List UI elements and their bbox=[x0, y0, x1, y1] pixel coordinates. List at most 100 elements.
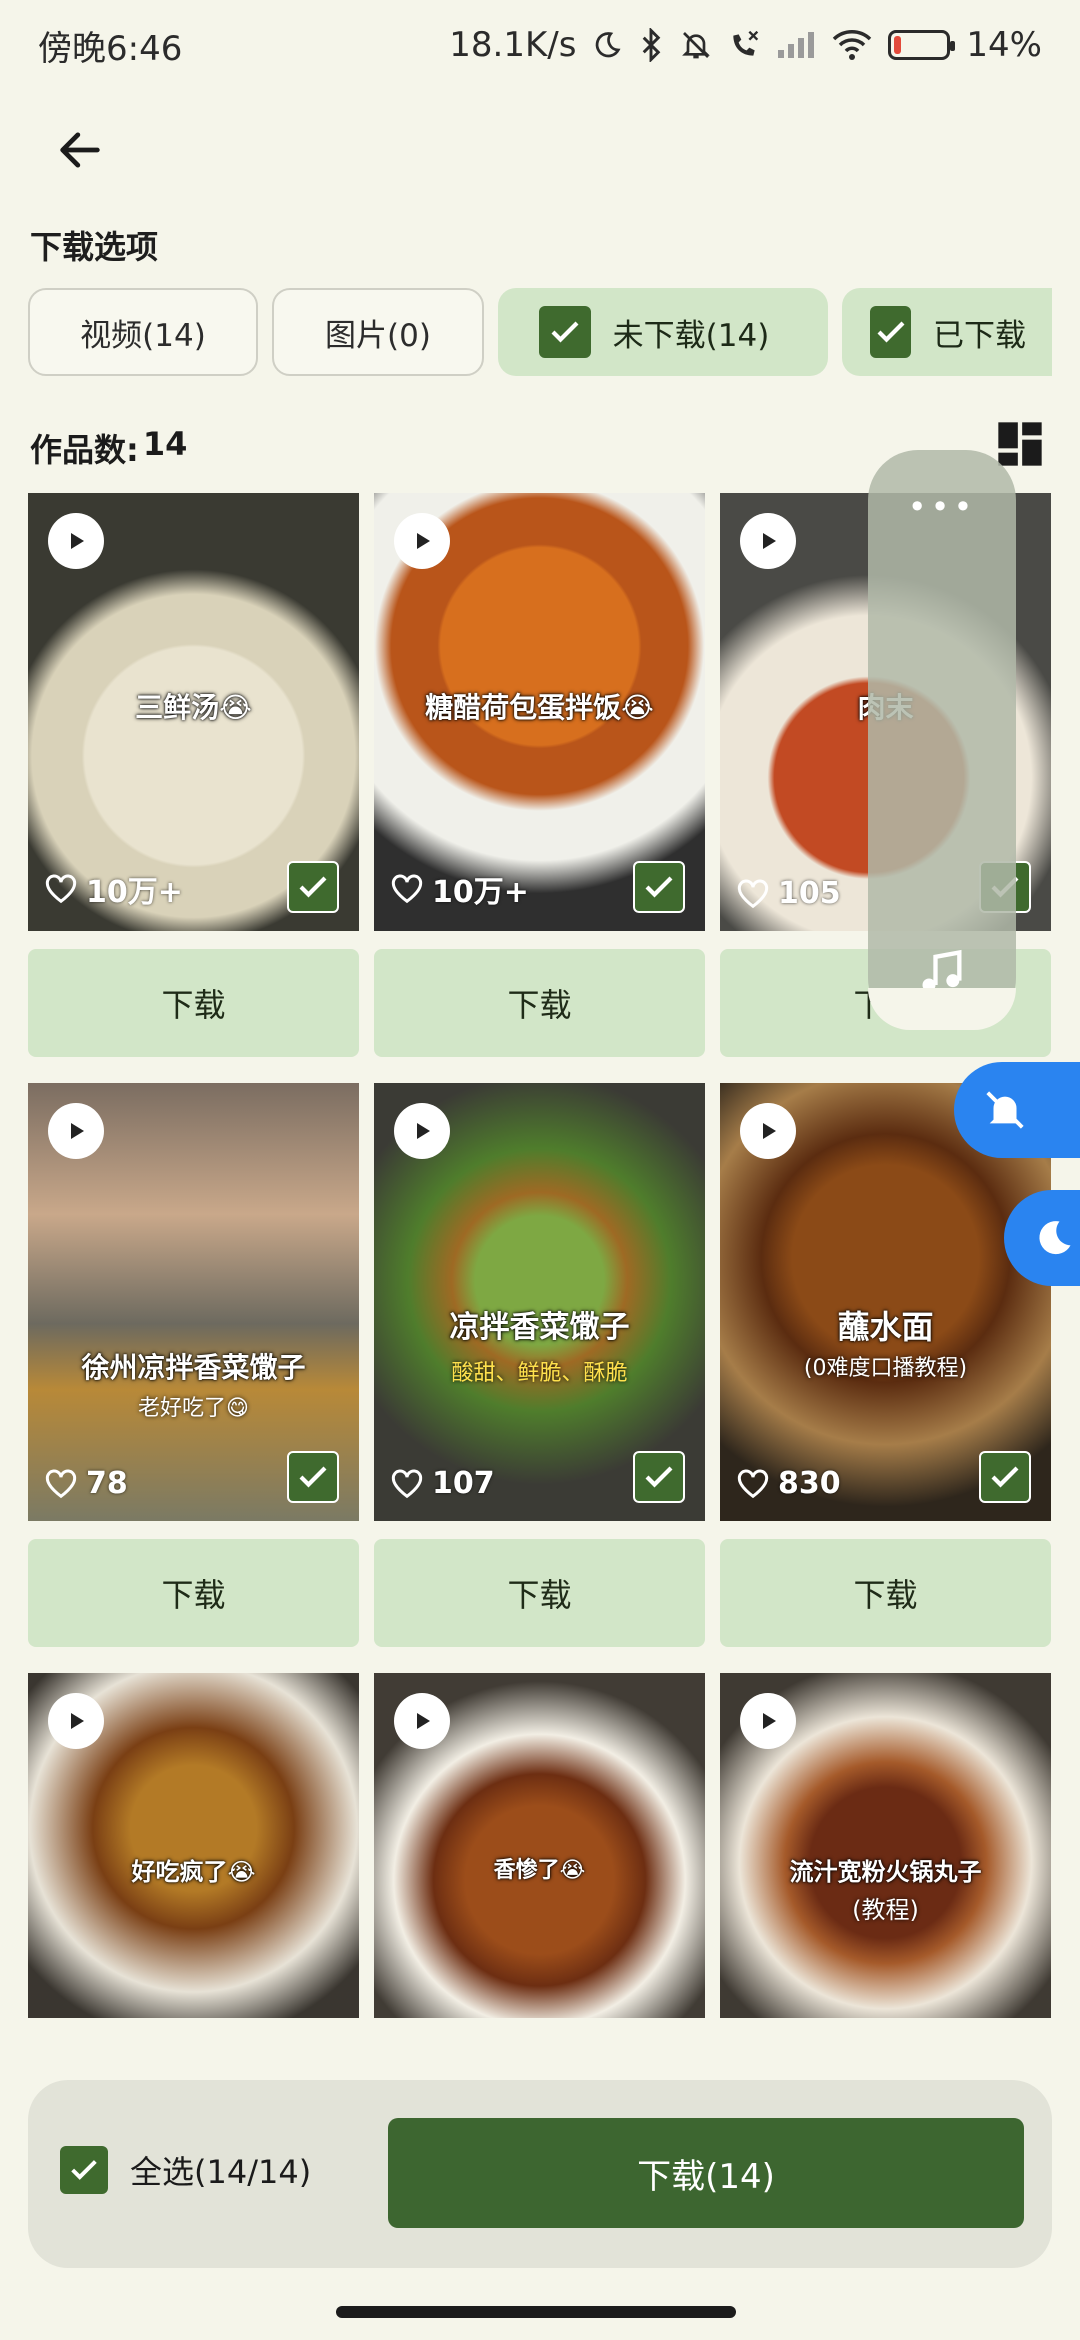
heart-icon bbox=[45, 874, 77, 904]
check-icon bbox=[991, 1466, 1019, 1488]
play-icon bbox=[740, 513, 796, 569]
check-icon bbox=[299, 876, 327, 898]
back-arrow-icon bbox=[60, 132, 100, 168]
video-subcaption: (0难度口播教程) bbox=[803, 1356, 968, 1382]
layout-toggle-button[interactable] bbox=[994, 418, 1046, 470]
mute-bell-icon bbox=[680, 29, 712, 61]
work-card: 蘸水面 (0难度口播教程) 830 下载 bbox=[720, 1083, 1051, 1673]
chip-not-downloaded[interactable]: 未下载(14) bbox=[498, 288, 828, 376]
heart-icon bbox=[737, 1469, 769, 1498]
chip-image[interactable]: 图片(0) bbox=[272, 288, 484, 376]
video-thumbnail[interactable]: 流汁宽粉火锅丸子 (教程) bbox=[720, 1673, 1051, 2018]
filter-chips: 视频(14) 图片(0) 未下载(14) 已下载 bbox=[28, 288, 1052, 378]
select-checkbox[interactable] bbox=[287, 861, 339, 913]
video-caption: 徐州凉拌香菜馓子 bbox=[81, 1350, 306, 1384]
likes: 830 bbox=[736, 1466, 841, 1501]
video-subcaption: (教程) bbox=[852, 1896, 919, 1925]
heart-icon bbox=[45, 1469, 77, 1498]
checkbox-checked-icon bbox=[870, 306, 911, 358]
chip-downloaded[interactable]: 已下载 bbox=[842, 288, 1052, 376]
mute-bubble[interactable] bbox=[954, 1062, 1080, 1158]
download-button[interactable]: 下载 bbox=[374, 949, 705, 1057]
more-icon[interactable]: ••• bbox=[868, 488, 1016, 526]
video-caption: 三鲜汤😭 bbox=[135, 690, 252, 724]
status-icons: 18.1K/s 14% bbox=[449, 25, 1042, 65]
video-caption: 香惨了😭 bbox=[493, 1858, 586, 1884]
like-count: 10万+ bbox=[432, 875, 529, 910]
play-icon bbox=[48, 1693, 104, 1749]
heart-icon bbox=[737, 879, 769, 908]
floating-panel[interactable]: ••• bbox=[868, 450, 1016, 1028]
wifi-icon bbox=[832, 29, 872, 61]
chip-label: 图片(0) bbox=[325, 317, 431, 354]
select-all-toggle[interactable]: 全选(14/14) bbox=[60, 2146, 311, 2194]
play-icon bbox=[48, 513, 104, 569]
work-count-value: 14 bbox=[142, 425, 188, 463]
chip-label: 已下载 bbox=[933, 317, 1026, 354]
download-button[interactable]: 下载 bbox=[28, 1539, 359, 1647]
network-speed: 18.1K/s bbox=[449, 25, 577, 65]
status-time: 傍晚6:46 bbox=[38, 28, 183, 69]
check-icon bbox=[645, 1466, 673, 1488]
likes: 105 bbox=[736, 876, 841, 911]
download-button[interactable]: 下载 bbox=[374, 1539, 705, 1647]
select-all-label: 全选(14/14) bbox=[130, 2153, 312, 2191]
video-thumbnail[interactable]: 三鲜汤😭 10万+ bbox=[28, 493, 359, 931]
floating-panel-tab bbox=[868, 988, 1016, 1030]
chip-label: 未下载(14) bbox=[612, 317, 770, 354]
download-button[interactable]: 下载 bbox=[28, 949, 359, 1057]
video-caption: 凉拌香菜馓子 bbox=[449, 1310, 630, 1345]
section-title: 下载选项 bbox=[30, 228, 159, 266]
checkbox-checked-icon bbox=[60, 2146, 108, 2194]
chip-label: 视频(14) bbox=[80, 317, 206, 354]
home-indicator[interactable] bbox=[336, 2306, 736, 2318]
select-checkbox[interactable] bbox=[633, 1451, 685, 1503]
play-icon bbox=[394, 513, 450, 569]
video-thumbnail[interactable]: 好吃疯了😭 bbox=[28, 1673, 359, 2018]
like-count: 830 bbox=[778, 1466, 841, 1501]
check-icon bbox=[645, 876, 673, 898]
grid-layout-icon bbox=[998, 422, 1042, 466]
video-thumbnail[interactable]: 凉拌香菜馓子 酸甜、鲜脆、酥脆 107 bbox=[374, 1083, 705, 1521]
video-thumbnail[interactable]: 糖醋荷包蛋拌饭😭 10万+ bbox=[374, 493, 705, 931]
video-subcaption: 老好吃了😋 bbox=[138, 1395, 249, 1421]
likes: 10万+ bbox=[44, 867, 183, 911]
battery-icon bbox=[888, 30, 956, 60]
status-bar: 傍晚6:46 18.1K/s 14% bbox=[0, 0, 1080, 90]
mute-bell-icon bbox=[986, 1091, 1024, 1129]
likes: 107 bbox=[390, 1466, 495, 1501]
video-subcaption: 酸甜、鲜脆、酥脆 bbox=[451, 1360, 628, 1386]
work-count: 作品数: 14 bbox=[30, 425, 187, 471]
heart-icon bbox=[391, 874, 423, 904]
like-count: 105 bbox=[778, 876, 841, 911]
like-count: 107 bbox=[432, 1466, 495, 1501]
work-count-label: 作品数: bbox=[30, 431, 139, 469]
moon-icon bbox=[1039, 1221, 1071, 1255]
like-count: 10万+ bbox=[86, 875, 183, 910]
work-card: 好吃疯了😭 bbox=[28, 1673, 359, 2018]
signal-icon bbox=[776, 30, 816, 60]
bluetooth-icon bbox=[638, 28, 664, 62]
video-thumbnail[interactable]: 徐州凉拌香菜馓子 老好吃了😋 78 bbox=[28, 1083, 359, 1521]
bottom-action-bar: 全选(14/14) 下载(14) bbox=[28, 2080, 1052, 2268]
battery-percent: 14% bbox=[966, 25, 1042, 65]
likes: 78 bbox=[44, 1466, 128, 1501]
video-caption: 蘸水面 bbox=[837, 1308, 934, 1346]
select-checkbox[interactable] bbox=[633, 861, 685, 913]
video-caption: 流汁宽粉火锅丸子 bbox=[789, 1858, 982, 1887]
play-icon bbox=[394, 1693, 450, 1749]
video-caption: 糖醋荷包蛋拌饭😭 bbox=[425, 690, 654, 724]
select-checkbox[interactable] bbox=[287, 1451, 339, 1503]
download-all-button[interactable]: 下载(14) bbox=[388, 2118, 1024, 2228]
check-icon bbox=[299, 1466, 327, 1488]
work-card: 流汁宽粉火锅丸子 (教程) bbox=[720, 1673, 1051, 2018]
download-button[interactable]: 下载 bbox=[720, 1539, 1051, 1647]
play-icon bbox=[394, 1103, 450, 1159]
select-checkbox[interactable] bbox=[979, 1451, 1031, 1503]
back-button[interactable] bbox=[40, 110, 120, 190]
play-icon bbox=[740, 1693, 796, 1749]
chip-video[interactable]: 视频(14) bbox=[28, 288, 258, 376]
video-thumbnail[interactable]: 香惨了😭 bbox=[374, 1673, 705, 2018]
work-card: 香惨了😭 bbox=[374, 1673, 705, 2018]
work-card: 徐州凉拌香菜馓子 老好吃了😋 78 下载 bbox=[28, 1083, 359, 1673]
